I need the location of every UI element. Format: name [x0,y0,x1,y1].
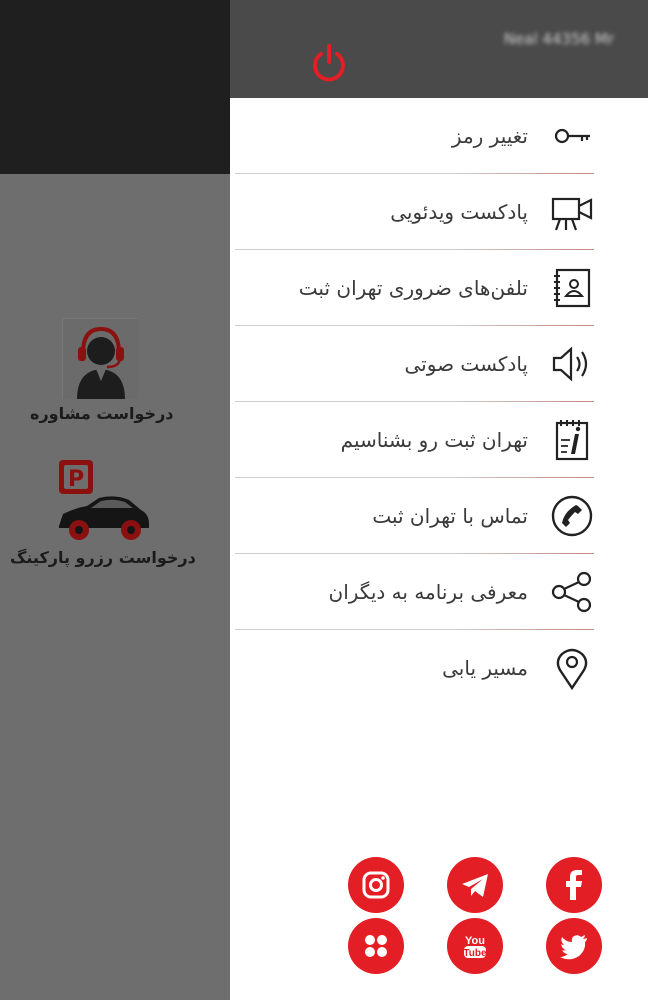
menu-item-emergency-phones[interactable]: تلفن‌های ضروری تهران ثبت [235,250,594,326]
menu-item-label: مسیر یابی [442,656,528,680]
menu-item-about[interactable]: تهران ثبت رو بشناسیم [235,402,594,478]
aparat-icon[interactable] [348,918,404,974]
speaker-icon [550,342,594,386]
menu-item-audio-podcast[interactable]: پادکست صوتی [235,326,594,402]
drawer-header: Neal 44356 Mr [230,0,648,98]
consult-tile[interactable]: درخواست مشاوره [30,318,174,423]
consult-label: درخواست مشاوره [30,404,174,423]
menu-item-label: پادکست صوتی [404,351,528,376]
telegram-icon[interactable] [447,857,503,913]
phone-icon [550,494,594,538]
menu-item-label: تلفن‌های ضروری تهران ثبت [298,275,528,300]
location-pin-icon [550,646,594,691]
support-agent-icon [62,318,139,399]
address-book-icon [550,266,594,310]
info-notepad-icon [550,418,594,462]
menu-item-change-password[interactable]: تغییر رمز [235,98,594,174]
menu-item-label: تهران ثبت رو بشناسیم [340,427,528,452]
svg-text:P: P [67,467,83,492]
menu-item-label: تماس با تهران ثبت [372,503,528,528]
menu-item-video-podcast[interactable]: پادکست ویدئویی [235,174,594,250]
share-icon [550,570,594,614]
menu-item-directions[interactable]: مسیر یابی [235,630,594,706]
drawer-menu: تغییر رمز پادکست ویدئویی تلفن‌های ضروری … [235,98,594,706]
parking-tile[interactable]: P درخواست رزرو پارکینگ [10,458,196,567]
menu-item-share-app[interactable]: معرفی برنامه به دیگران [235,554,594,630]
menu-item-label: پادکست ویدئویی [390,199,528,224]
parking-car-icon: P [53,458,153,544]
user-info: Neal 44356 Mr [503,30,614,48]
youtube-icon[interactable]: You Tube [447,918,503,974]
parking-label: درخواست رزرو پارکینگ [10,548,196,567]
facebook-icon[interactable] [546,857,602,913]
instagram-icon[interactable] [348,857,404,913]
navigation-drawer: Neal 44356 Mr تغییر رمز پادکست ویدئویی ت… [230,0,648,1000]
svg-text:Tube: Tube [463,948,487,959]
key-icon [550,114,594,158]
twitter-icon[interactable] [546,918,602,974]
menu-item-contact[interactable]: تماس با تهران ثبت [235,478,594,554]
svg-text:You: You [465,935,485,947]
menu-item-label: تغییر رمز [451,123,528,148]
menu-item-label: معرفی برنامه به دیگران [328,579,528,604]
power-icon[interactable] [310,42,348,84]
video-camera-icon [550,190,594,234]
